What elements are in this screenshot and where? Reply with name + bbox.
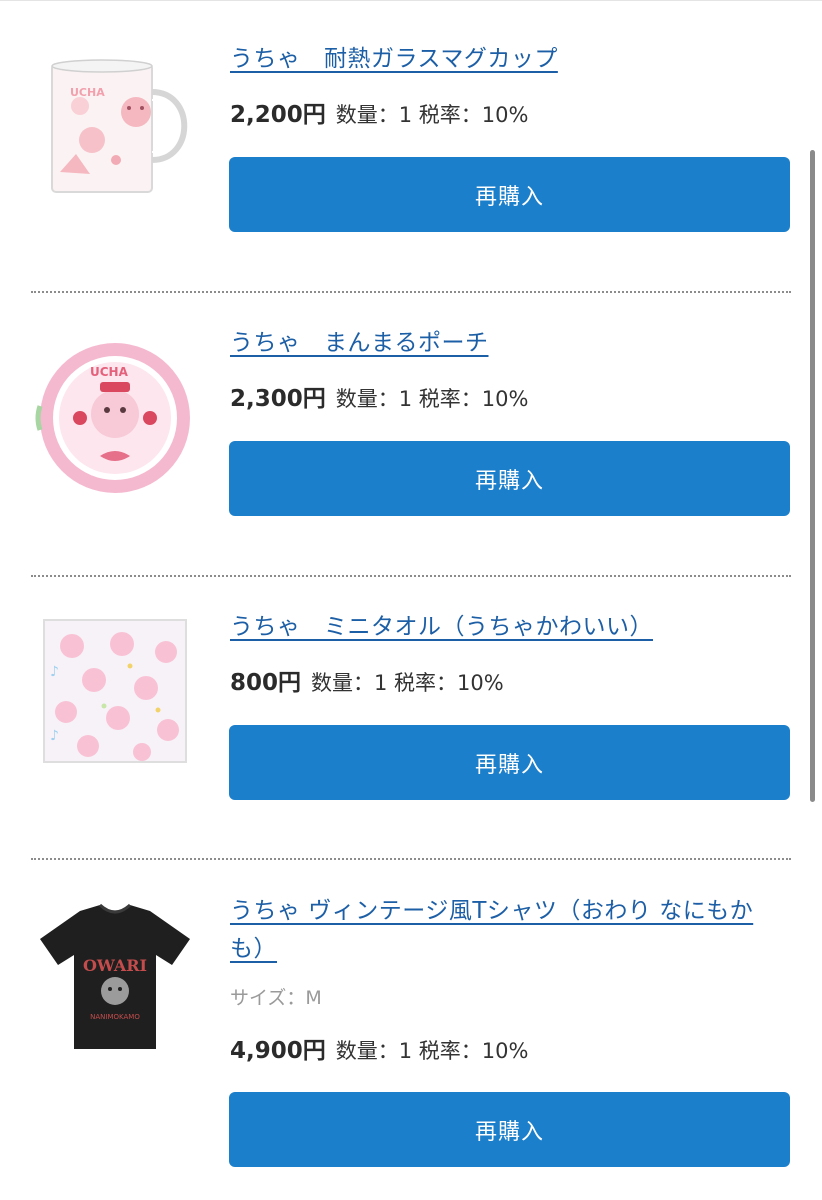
- price-line: 800円 数量：1 税率：10%: [230, 663, 504, 697]
- quantity-tax: 数量：1 税率：10%: [311, 671, 504, 695]
- product-title-link[interactable]: うちゃ 耐熱ガラスマグカップ: [230, 40, 790, 78]
- product-title-link[interactable]: うちゃ まんまるポーチ: [230, 324, 790, 362]
- svg-text:♪: ♪: [50, 664, 59, 680]
- quantity-tax: 数量：1 税率：10%: [335, 387, 529, 411]
- product-title-link[interactable]: うちゃ ヴィンテージ風Tシャツ（おわり なにもか も）: [230, 892, 790, 968]
- dotted-divider: [31, 858, 791, 860]
- price: 4,900円: [230, 1038, 326, 1064]
- svg-text:♪: ♪: [50, 728, 59, 744]
- shirt-print-owari: OWARI: [83, 956, 147, 975]
- rebuy-button[interactable]: 再購入: [229, 441, 790, 516]
- size-option: サイズ：M: [230, 987, 322, 1009]
- rebuy-button[interactable]: 再購入: [229, 725, 790, 800]
- quantity-tax: 数量：1 税率：10%: [335, 103, 529, 127]
- price-line: 2,200円 数量：1 税率：10%: [230, 95, 528, 129]
- rebuy-button[interactable]: 再購入: [229, 1092, 790, 1167]
- product-image-glass-mug[interactable]: UCHA: [30, 42, 200, 212]
- price-line: 4,900円 数量：1 税率：10%: [230, 1031, 528, 1065]
- price: 2,200円: [230, 102, 326, 128]
- svg-text:UCHA: UCHA: [90, 365, 129, 379]
- product-title-line-1[interactable]: うちゃ ヴィンテージ風Tシャツ（おわり なにもか: [230, 898, 753, 924]
- svg-text:UCHA: UCHA: [70, 86, 105, 99]
- product-image-tshirt[interactable]: OWARI NANIMOKAMO: [30, 893, 200, 1063]
- product-title-line-2[interactable]: も）: [230, 936, 277, 962]
- dotted-divider: [31, 575, 791, 577]
- price: 2,300円: [230, 386, 326, 412]
- product-image-round-pouch[interactable]: UCHA: [30, 338, 200, 508]
- product-image-mini-towel[interactable]: ♪ ♪: [30, 606, 200, 776]
- scrollbar-thumb[interactable]: [810, 150, 815, 802]
- shirt-print-nanimokamo: NANIMOKAMO: [90, 1013, 140, 1021]
- quantity-tax: 数量：1 税率：10%: [335, 1039, 529, 1063]
- price-line: 2,300円 数量：1 税率：10%: [230, 379, 528, 413]
- top-border: [0, 0, 822, 1]
- dotted-divider: [31, 291, 791, 293]
- rebuy-button[interactable]: 再購入: [229, 157, 790, 232]
- product-title-link[interactable]: うちゃ ミニタオル（うちゃかわいい）: [230, 608, 790, 646]
- price: 800円: [230, 670, 302, 696]
